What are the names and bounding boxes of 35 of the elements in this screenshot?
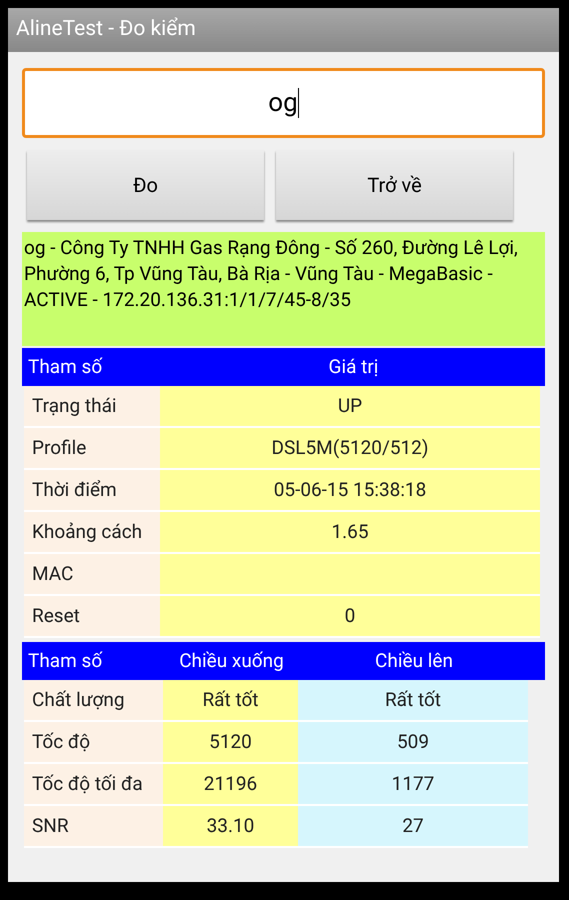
column-header: Chiều xuống [178,648,285,674]
table-cell: 27 [298,806,528,846]
table-cell: SNR [24,806,163,846]
table-cell: 1177 [298,764,528,804]
search-field[interactable]: og [22,68,545,138]
window-title: AlineTest - Đo kiểm [16,16,196,44]
table-cell: 21196 [163,764,298,804]
table-cell: Trạng thái [24,386,160,426]
column-header: Tham số [27,648,104,674]
table-cell: DSL5M(5120/512) [160,428,540,468]
table-cell: 1.65 [160,512,540,552]
table-cell: 5120 [163,722,298,762]
column-header: Tham số [27,354,104,380]
table-cell: 509 [298,722,528,762]
table-cell: Reset [24,596,160,636]
column-header: Chiều lên [374,648,454,674]
table-cell: Profile [24,428,160,468]
info-text: og - Công Ty TNHH Gas Rạng Đông - Số 260, Đường Lê Lợi, Phường 6, Tp Vũng Tàu, Bà Rịa - Vũng Tàu - MegaBasic - ACTIVE - 172.20.136.31:1/1/7/45-8/35 [22,232,545,346]
table-cell: Chất lượng [24,680,163,720]
table-cell: MAC [24,554,160,594]
text-cursor-icon [298,88,299,118]
table-cell: 33.10 [163,806,298,846]
table-cell: UP [160,386,540,426]
table-cell: 0 [160,596,540,636]
search-value: og [268,86,298,120]
action-button[interactable]: Đo [27,150,264,220]
action-button[interactable]: Trở về [276,150,513,220]
table-cell: Tốc độ tối đa [24,764,163,804]
table-cell: Khoảng cách [24,512,160,552]
table-cell: Tốc độ [24,722,163,762]
table-cell: 05-06-15 15:38:18 [160,470,540,510]
column-header: Giá trị [328,354,380,380]
table-cell: Rất tốt [298,680,528,720]
table-cell: Rất tốt [163,680,298,720]
table-cell: Thời điểm [24,470,160,510]
